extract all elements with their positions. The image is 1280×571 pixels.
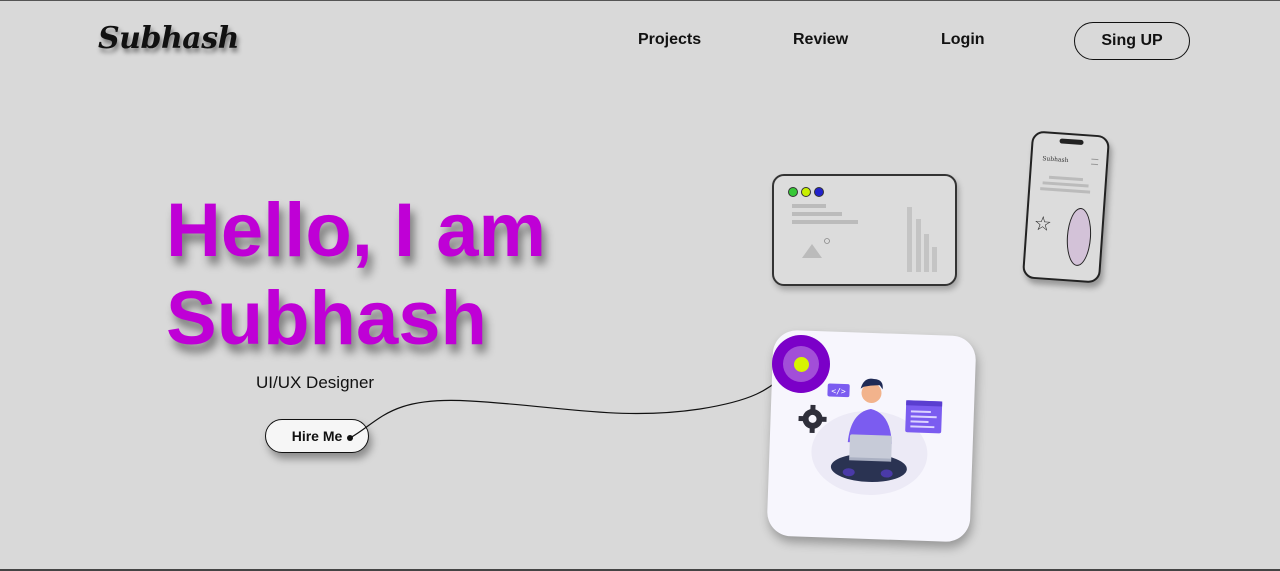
target-icon — [772, 335, 830, 393]
menu-icon — [1091, 158, 1099, 166]
phone-text-line — [1040, 187, 1091, 194]
phone-notch — [1059, 138, 1084, 146]
hire-me-button[interactable]: Hire Me — [265, 419, 369, 453]
phone-text-line — [1048, 175, 1084, 182]
phone-text-line — [1042, 181, 1089, 188]
logo[interactable]: Subhash — [98, 21, 239, 56]
phone-brand: Subhash — [1042, 155, 1069, 165]
hero-subtitle: UI/UX Designer — [256, 373, 375, 392]
signup-button[interactable]: Sing UP — [1074, 22, 1190, 60]
nav-login[interactable]: Login — [941, 31, 985, 49]
browser-content-graphic — [792, 204, 937, 272]
browser-mockup — [772, 174, 957, 286]
phone-oval-graphic — [1064, 207, 1093, 267]
svg-text:</>: </> — [831, 387, 846, 397]
hero-title-line2: Subhash — [166, 276, 487, 361]
hero-title: Hello, I am Subhash — [166, 187, 546, 363]
nav-projects[interactable]: Projects — [638, 31, 701, 49]
phone-mockup: Subhash ☆ — [1021, 130, 1111, 284]
nav-review[interactable]: Review — [793, 31, 848, 49]
hero-title-line1: Hello, I am — [166, 188, 547, 273]
star-icon: ☆ — [1032, 212, 1053, 237]
